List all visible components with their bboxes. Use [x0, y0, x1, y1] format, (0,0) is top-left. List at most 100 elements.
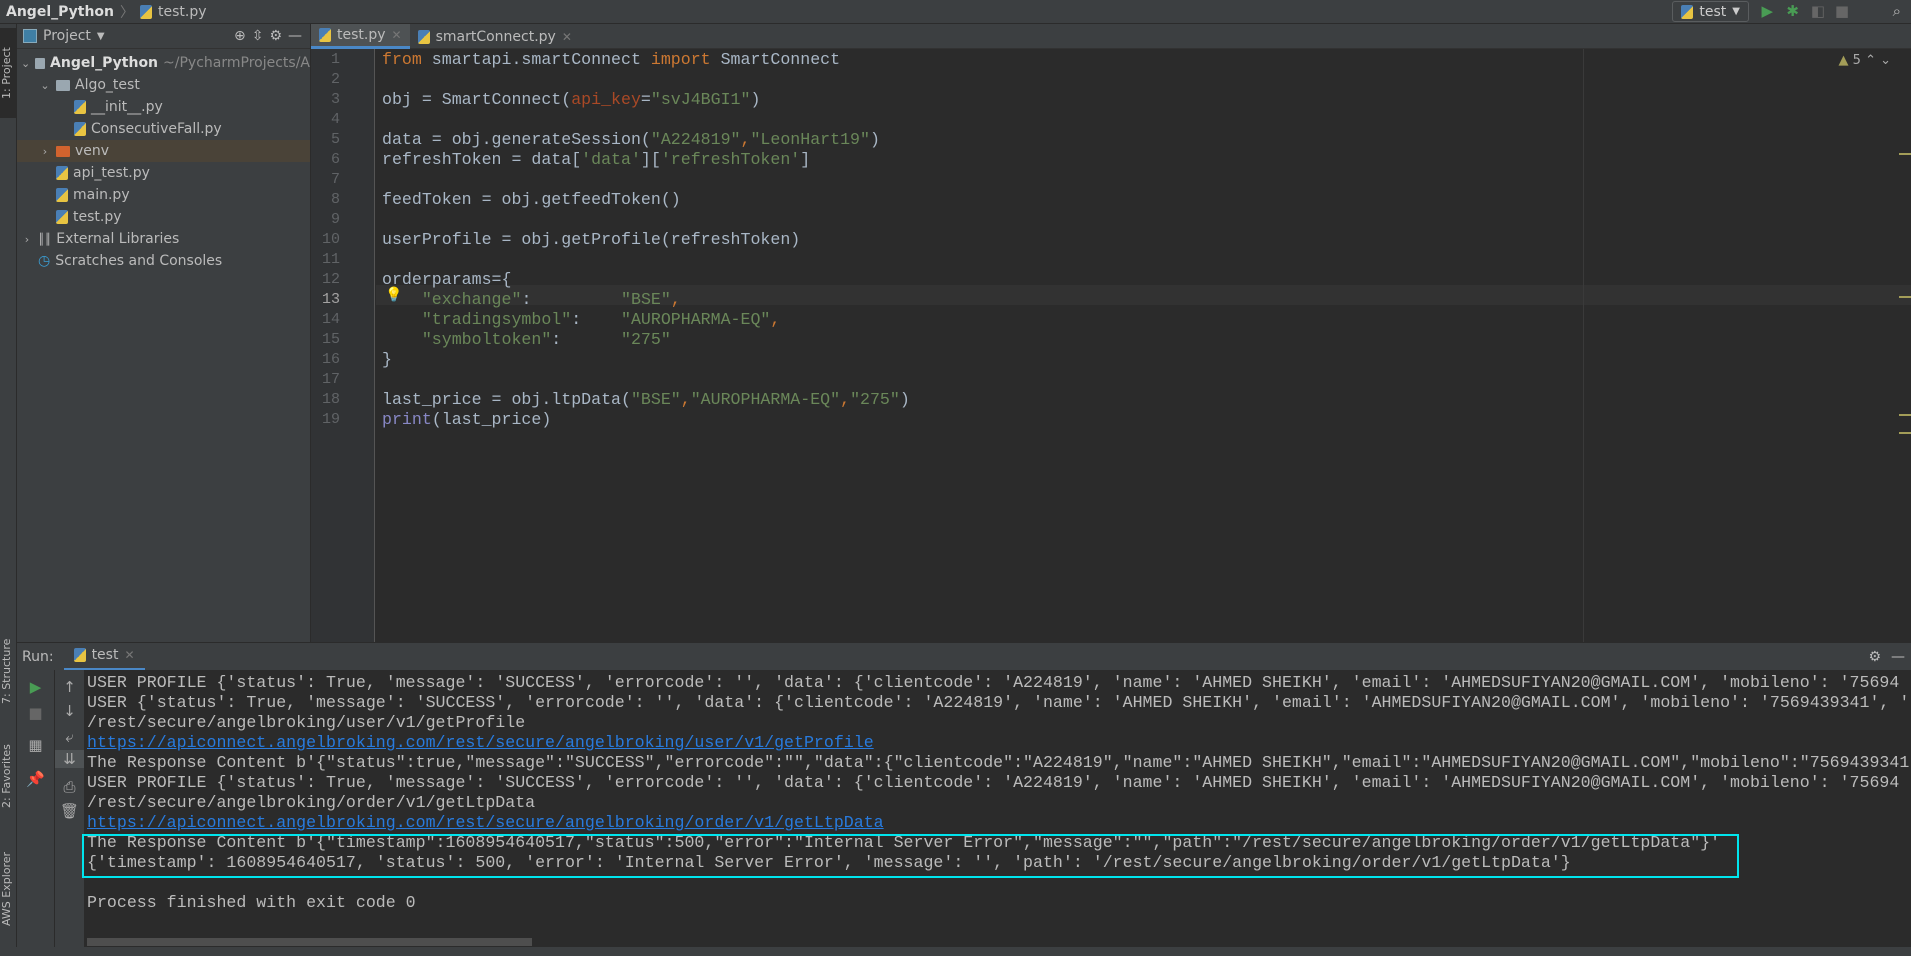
code-token: refreshToken = data[	[382, 150, 582, 169]
scroll-marker[interactable]	[1899, 296, 1911, 298]
console-output[interactable]: USER PROFILE {'status': True, 'message':…	[85, 670, 1911, 947]
favorites-tool-tab[interactable]: 2: Favorites	[0, 729, 17, 824]
minimize-icon[interactable]: —	[1891, 649, 1905, 665]
code-token: ]	[800, 150, 811, 169]
expand-arrow-icon[interactable]: ⌄	[21, 57, 30, 70]
print-icon[interactable]: ⎙	[55, 778, 84, 796]
console-line: /rest/secure/angelbroking/user/v1/getPro…	[87, 713, 526, 732]
aws-explorer-tool-tab[interactable]: AWS Explorer	[0, 834, 17, 944]
status-bar	[0, 947, 1911, 956]
close-icon[interactable]: ✕	[392, 28, 402, 42]
coverage-icon[interactable]: ◧	[1811, 2, 1825, 20]
code-line[interactable]: "exchange": "BSE",	[382, 290, 681, 310]
run-label: Run:	[22, 648, 54, 665]
code-line[interactable]: feedToken = obj.getfeedToken()	[382, 190, 681, 210]
line-number: 1	[330, 51, 340, 68]
code-line[interactable]: userProfile = obj.getProfile(refreshToke…	[382, 230, 800, 250]
scroll-marker[interactable]	[1899, 432, 1911, 434]
code-line[interactable]: refreshToken = data['data']['refreshToke…	[382, 150, 810, 170]
up-arrow-icon[interactable]: ↑	[55, 678, 84, 696]
breadcrumb-file[interactable]: test.py	[158, 4, 207, 20]
code-line[interactable]: }	[382, 350, 392, 370]
stop-icon[interactable]: ■	[17, 704, 54, 722]
breadcrumb-project[interactable]: Angel_Python	[6, 4, 114, 20]
lightbulb-icon[interactable]: 💡	[385, 285, 402, 305]
code-token: print	[382, 410, 432, 429]
expand-arrow-icon[interactable]: ⌄	[39, 79, 51, 92]
tree-item[interactable]: ◷ Scratches and Consoles	[17, 250, 310, 272]
tree-item[interactable]: main.py	[17, 184, 310, 206]
pin-icon[interactable]: 📌	[17, 770, 54, 788]
code-line[interactable]: obj = SmartConnect(api_key="svJ4BGI1")	[382, 90, 760, 110]
locate-icon[interactable]: ⊕	[234, 28, 246, 44]
code-token: :	[571, 310, 622, 329]
scroll-marker[interactable]	[1899, 153, 1911, 155]
trash-icon[interactable]: 🗑	[55, 802, 84, 820]
collapse-all-icon[interactable]: ⇳	[252, 28, 264, 44]
left-tool-strip: 1: Project 7: Structure 2: Favorites AWS…	[0, 24, 17, 956]
layout-icon[interactable]: ▦	[17, 736, 54, 754]
tree-item[interactable]: test.py	[17, 206, 310, 228]
down-arrow-icon[interactable]: ↓	[55, 702, 84, 720]
code-token: userProfile = obj.getProfile(refreshToke…	[382, 230, 801, 249]
project-view-select[interactable]: Project	[43, 28, 91, 44]
console-link[interactable]: https://apiconnect.angelbroking.com/rest…	[87, 733, 874, 753]
warning-count: 5	[1852, 53, 1861, 68]
tree-item[interactable]: ⌄ Angel_Python ~/PycharmProjects/A	[17, 52, 310, 74]
python-file-icon	[140, 4, 153, 19]
code-token: :	[551, 330, 622, 349]
tree-item[interactable]: ⌄ Algo_test	[17, 74, 310, 96]
line-number: 14	[321, 311, 340, 328]
close-icon[interactable]: ✕	[124, 648, 134, 662]
run-tab-test[interactable]: test ✕	[63, 642, 145, 671]
search-icon[interactable]: ⌕	[1893, 2, 1901, 20]
scroll-to-end-icon[interactable]: ⇊	[55, 750, 84, 768]
code-line[interactable]: print(last_price)	[382, 410, 551, 430]
code-line[interactable]: from smartapi.smartConnect import SmartC…	[382, 50, 840, 70]
console-link[interactable]: https://apiconnect.angelbroking.com/rest…	[87, 813, 884, 833]
stop-icon[interactable]: ■	[1835, 2, 1849, 20]
minimize-icon[interactable]: —	[288, 28, 302, 44]
code-token: }	[382, 350, 392, 369]
python-icon	[73, 648, 86, 662]
gear-icon[interactable]: ⚙	[269, 28, 282, 44]
line-number: 17	[321, 371, 340, 388]
tree-item[interactable]: › ║║ External Libraries	[17, 228, 310, 250]
gear-icon[interactable]: ⚙	[1868, 649, 1881, 665]
structure-tool-tab[interactable]: 7: Structure	[0, 624, 17, 719]
line-number: 2	[330, 71, 340, 88]
code-token: ,	[670, 290, 681, 309]
code-editor[interactable]: 1 2 3 4 5 6 7 8 9 10 11 12 13 14 15 16 17 18 19 from smart…	[311, 49, 1911, 642]
scroll-marker[interactable]	[1899, 414, 1911, 416]
run-config-select[interactable]: test ▼	[1672, 1, 1749, 22]
rerun-icon[interactable]: ▶	[17, 678, 54, 696]
expand-arrow-icon[interactable]: ›	[21, 233, 33, 246]
inspection-widget[interactable]: ▲ 5 ⌃ ⌄	[1839, 53, 1891, 68]
project-tool-tab[interactable]: 1: Project	[0, 28, 17, 118]
tree-item[interactable]: ConsecutiveFall.py	[17, 118, 310, 140]
tree-item[interactable]: __init__.py	[17, 96, 310, 118]
code-line[interactable]: "symboltoken": "275"	[382, 330, 671, 350]
project-panel: Project ▼ ⊕ ⇳ ⚙ — ⌄ Angel_Python ~/Pycharm…	[17, 24, 311, 642]
code-token: obj = SmartConnect(	[382, 90, 572, 109]
title-bar: Angel_Python 〉 test.py	[0, 0, 1911, 24]
expand-arrow-icon[interactable]: ›	[39, 145, 51, 158]
code-token: "tradingsymbol"	[421, 310, 572, 329]
code-token: (last_price)	[431, 410, 552, 429]
run-icon[interactable]: ▶	[1761, 2, 1773, 20]
editor-tab[interactable]: smartConnect.py ✕	[410, 24, 580, 49]
debug-icon[interactable]: ✱	[1786, 2, 1799, 20]
code-line[interactable]: data = obj.generateSession("A224819","Le…	[382, 130, 880, 150]
close-icon[interactable]: ✕	[562, 30, 572, 44]
editor-tab[interactable]: test.py ✕	[311, 24, 410, 49]
line-number: 7	[330, 171, 340, 188]
soft-wrap-icon[interactable]: ⤶	[55, 728, 84, 746]
code-line[interactable]: last_price = obj.ltpData("BSE","AUROPHAR…	[382, 390, 910, 410]
tree-item[interactable]: api_test.py	[17, 162, 310, 184]
tree-item[interactable]: › venv	[17, 140, 310, 162]
tree-item-label: test.py	[73, 209, 122, 225]
code-line[interactable]: "tradingsymbol": "AUROPHARMA-EQ",	[382, 310, 781, 330]
horizontal-scrollbar[interactable]	[87, 938, 532, 946]
line-number: 15	[321, 331, 340, 348]
